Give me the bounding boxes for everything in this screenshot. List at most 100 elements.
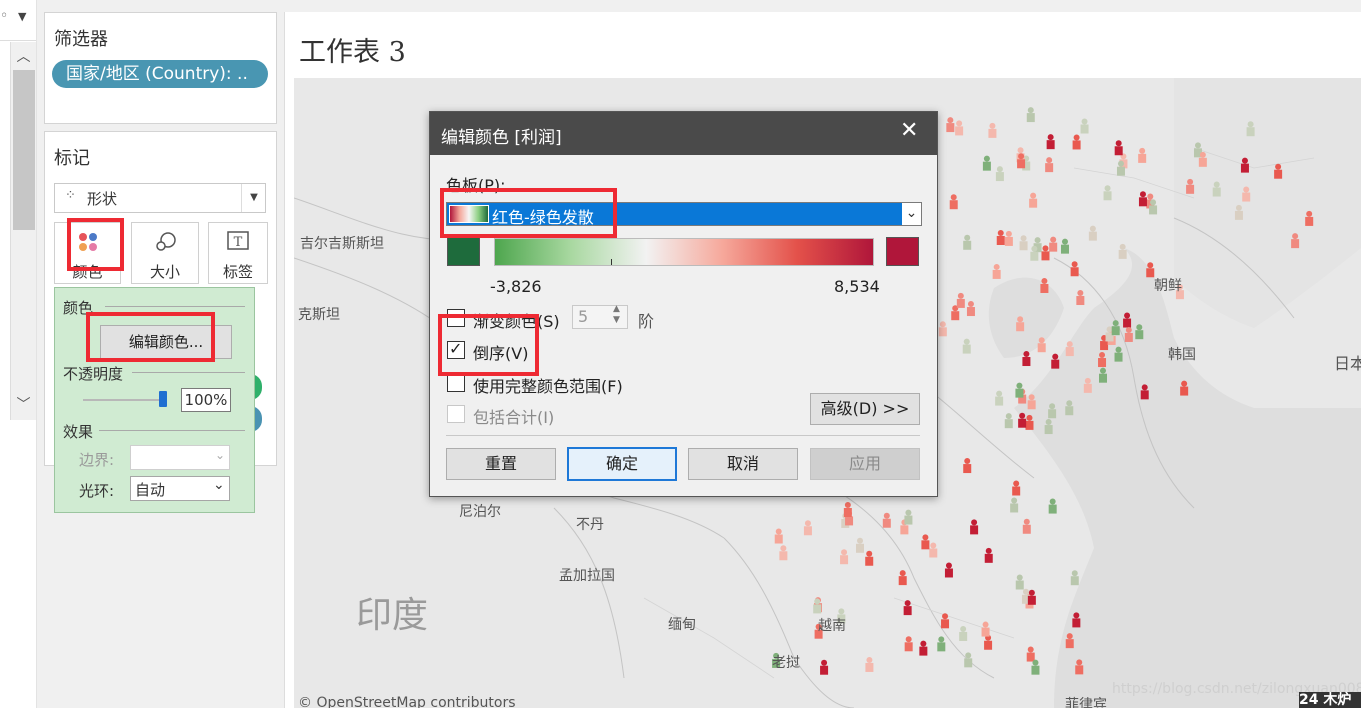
profit-mark[interactable]: [820, 659, 829, 675]
profit-mark[interactable]: [937, 636, 946, 652]
profit-mark[interactable]: [1080, 118, 1089, 134]
scrollbar-thumb[interactable]: [13, 70, 35, 230]
profit-mark[interactable]: [904, 636, 913, 652]
profit-mark[interactable]: [1040, 277, 1049, 293]
profit-mark[interactable]: [1116, 160, 1125, 176]
profit-mark[interactable]: [1049, 236, 1058, 252]
profit-mark[interactable]: [1018, 412, 1027, 428]
profit-mark[interactable]: [1015, 574, 1024, 590]
dropdown-arrow-icon[interactable]: ▼: [18, 10, 26, 23]
profit-mark[interactable]: [1124, 326, 1133, 342]
profit-mark[interactable]: [1114, 346, 1123, 362]
profit-mark[interactable]: [919, 640, 928, 656]
profit-mark[interactable]: [995, 166, 1004, 182]
profit-mark[interactable]: [898, 570, 907, 586]
profit-mark[interactable]: [1072, 134, 1081, 150]
profit-mark[interactable]: [1017, 153, 1026, 169]
profit-mark[interactable]: [964, 652, 973, 668]
profit-mark[interactable]: [1246, 121, 1255, 137]
profit-mark[interactable]: [1305, 210, 1314, 226]
scroll-up-icon[interactable]: ︿: [11, 46, 36, 66]
profit-mark[interactable]: [1198, 151, 1207, 167]
apply-button[interactable]: 应用: [810, 448, 920, 480]
profit-mark[interactable]: [1186, 178, 1195, 194]
scrollbar[interactable]: ︿ ﹀: [10, 42, 36, 420]
profit-mark[interactable]: [1070, 570, 1079, 586]
profit-mark[interactable]: [1098, 367, 1107, 383]
step-up-icon[interactable]: ▲: [613, 304, 620, 314]
profit-mark[interactable]: [1026, 646, 1035, 662]
profit-mark[interactable]: [1027, 589, 1036, 605]
country-filter-pill[interactable]: 国家/地区 (Country): ..: [52, 60, 268, 88]
opacity-input[interactable]: 100%: [181, 388, 231, 412]
profit-mark[interactable]: [803, 520, 812, 536]
profit-mark[interactable]: [1072, 612, 1081, 628]
profit-mark[interactable]: [944, 562, 953, 578]
profit-mark[interactable]: [988, 122, 997, 138]
mark-type-dropdown[interactable]: ⁘ 形状 ▼: [54, 183, 266, 213]
include-totals-checkbox[interactable]: [447, 405, 465, 423]
profit-mark[interactable]: [1027, 394, 1036, 410]
strip-dropdown[interactable]: ◦ ▼: [0, 0, 36, 41]
profit-mark[interactable]: [813, 598, 822, 614]
profit-mark[interactable]: [1083, 377, 1092, 393]
profit-mark[interactable]: [1045, 157, 1054, 173]
profit-mark[interactable]: [1022, 518, 1031, 534]
start-color-swatch[interactable]: [447, 237, 480, 266]
profit-mark[interactable]: [949, 194, 958, 210]
profit-mark[interactable]: [1010, 497, 1019, 513]
profit-mark[interactable]: [984, 634, 993, 650]
close-icon[interactable]: ✕: [900, 118, 918, 143]
opacity-slider-thumb[interactable]: [159, 391, 167, 407]
profit-mark[interactable]: [843, 502, 852, 518]
profit-mark[interactable]: [1140, 384, 1149, 400]
profit-mark[interactable]: [1065, 400, 1074, 416]
profit-mark[interactable]: [984, 547, 993, 563]
map-attribution[interactable]: © OpenStreetMap contributors: [298, 695, 516, 708]
profit-mark[interactable]: [1274, 163, 1283, 179]
profit-mark[interactable]: [1012, 480, 1021, 496]
label-mark-button[interactable]: T 标签: [208, 222, 268, 284]
profit-mark[interactable]: [1242, 186, 1251, 202]
profit-mark[interactable]: [774, 528, 783, 544]
profit-mark[interactable]: [1234, 204, 1243, 220]
step-down-icon[interactable]: ▼: [613, 315, 620, 325]
profit-mark[interactable]: [904, 509, 913, 525]
profit-mark[interactable]: [1025, 414, 1034, 430]
border-dropdown[interactable]: ⌄: [130, 445, 230, 470]
size-mark-button[interactable]: 大小: [131, 222, 199, 284]
profit-mark[interactable]: [996, 230, 1005, 246]
profit-mark[interactable]: [955, 120, 964, 136]
profit-mark[interactable]: [1041, 245, 1050, 261]
profit-mark[interactable]: [970, 519, 979, 535]
end-color-swatch[interactable]: [886, 237, 919, 266]
profit-mark[interactable]: [1088, 225, 1097, 241]
profit-mark[interactable]: [1004, 230, 1013, 246]
profit-mark[interactable]: [1138, 147, 1147, 163]
profit-mark[interactable]: [903, 600, 912, 616]
profit-mark[interactable]: [959, 625, 968, 641]
profit-mark[interactable]: [1149, 199, 1158, 215]
profit-mark[interactable]: [966, 301, 975, 317]
profit-mark[interactable]: [1291, 233, 1300, 249]
profit-mark[interactable]: [1070, 261, 1079, 277]
profit-mark[interactable]: [1135, 324, 1144, 340]
profit-mark[interactable]: [1123, 312, 1132, 328]
profit-mark[interactable]: [1118, 243, 1127, 259]
profit-mark[interactable]: [981, 621, 990, 637]
profit-mark[interactable]: [1016, 316, 1025, 332]
profit-mark[interactable]: [856, 537, 865, 553]
profit-mark[interactable]: [963, 234, 972, 250]
profit-mark[interactable]: [1114, 140, 1123, 156]
profit-mark[interactable]: [1240, 157, 1249, 173]
profit-mark[interactable]: [921, 534, 930, 550]
profit-mark[interactable]: [938, 321, 947, 337]
profit-mark[interactable]: [865, 550, 874, 566]
profit-mark[interactable]: [779, 545, 788, 561]
profit-mark[interactable]: [941, 613, 950, 629]
profit-mark[interactable]: [1029, 192, 1038, 208]
profit-mark[interactable]: [1212, 181, 1221, 197]
advanced-button[interactable]: 高级(D) >>: [810, 393, 920, 425]
profit-mark[interactable]: [1019, 235, 1028, 251]
cancel-button[interactable]: 取消: [688, 448, 798, 480]
